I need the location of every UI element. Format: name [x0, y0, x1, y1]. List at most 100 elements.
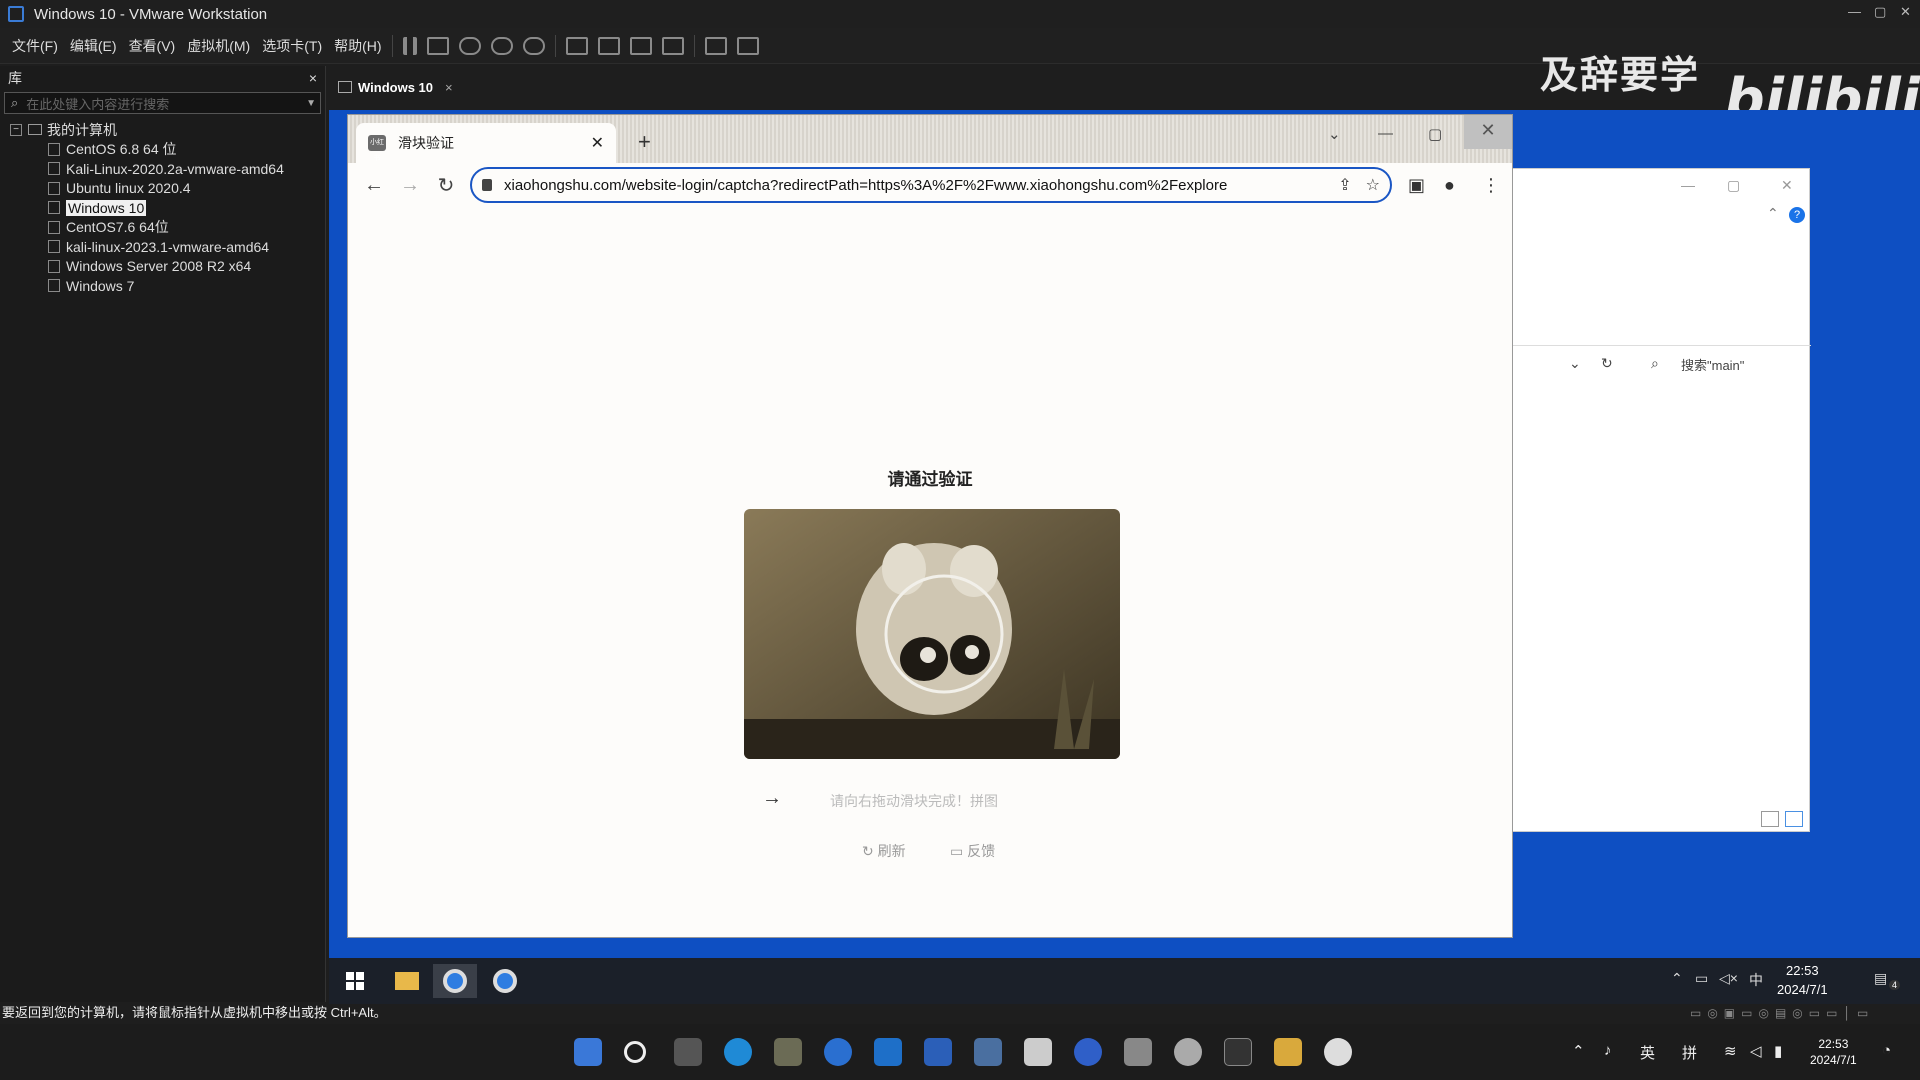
chevron-down-icon[interactable]: ▼	[306, 98, 316, 109]
feedback-button[interactable]: ▭ 反馈	[950, 841, 995, 861]
vm-tab[interactable]: Windows 10 ×	[330, 80, 461, 95]
vm-item[interactable]: CentOS7.6 64位	[48, 218, 325, 238]
address-bar[interactable]: xiaohongshu.com/website-login/captcha?re…	[470, 167, 1392, 203]
menu-view[interactable]: 查看(V)	[129, 36, 176, 56]
snapshot-icon[interactable]	[458, 36, 481, 55]
app-icon[interactable]	[1324, 1038, 1352, 1066]
search-icon[interactable]	[624, 1041, 646, 1063]
app-icon[interactable]	[774, 1038, 802, 1066]
app-icon[interactable]	[1024, 1038, 1052, 1066]
lock-icon[interactable]	[482, 179, 492, 191]
wechat-icon[interactable]	[1174, 1038, 1202, 1066]
menu-edit[interactable]: 编辑(E)	[70, 36, 117, 56]
maximize-icon[interactable]: ▢	[1727, 177, 1740, 194]
library-close-icon[interactable]: ×	[309, 70, 317, 86]
library-view-icon[interactable]	[565, 36, 588, 55]
close-button[interactable]: ✕	[1464, 115, 1512, 149]
start-icon[interactable]	[574, 1038, 602, 1066]
reload-icon[interactable]: ↻	[436, 173, 456, 198]
fullscreen-icon[interactable]	[629, 36, 652, 55]
app-icon[interactable]	[824, 1038, 852, 1066]
url-text[interactable]: xiaohongshu.com/website-login/captcha?re…	[504, 177, 1324, 194]
wifi-icon[interactable]: ≋	[1724, 1042, 1737, 1060]
chevron-up-icon[interactable]: ⌃	[1767, 205, 1779, 222]
chrome-taskbar-icon[interactable]	[433, 964, 477, 998]
menu-help[interactable]: 帮助(H)	[334, 36, 381, 56]
chrome-window[interactable]: 小红书 滑块验证 ✕ + ⌄ — ▢ ✕ ← → ↻ xiaohongshu.c…	[347, 114, 1513, 938]
unity-icon[interactable]	[661, 36, 684, 55]
back-arrow-icon[interactable]: ←	[364, 174, 384, 197]
chevron-up-icon[interactable]: ⌃	[1671, 970, 1683, 987]
library-search-input[interactable]: ⌕ 在此处键入内容进行搜索 ▼	[4, 92, 321, 114]
revert-snapshot-icon[interactable]	[490, 36, 513, 55]
forward-arrow-icon[interactable]: →	[400, 174, 420, 197]
guest-clock[interactable]: 22:53 2024/7/1	[1777, 961, 1828, 999]
profile-icon[interactable]: ●	[1444, 175, 1455, 196]
vm-item[interactable]: Ubuntu linux 2020.4	[48, 179, 325, 199]
vm-device-icons[interactable]: ▭◎▣▭◎▤◎▭▭│▭	[1690, 1006, 1874, 1020]
maximize-icon[interactable]: ▢	[1428, 125, 1442, 143]
slider-arrow-icon[interactable]: →	[762, 787, 782, 810]
task-view-icon[interactable]	[674, 1038, 702, 1066]
tree-root[interactable]: − 我的计算机	[10, 120, 325, 140]
app-icon[interactable]	[1074, 1038, 1102, 1066]
guest-ime-indicator[interactable]: 中	[1749, 970, 1763, 990]
refresh-icon[interactable]: ↻	[1601, 355, 1613, 372]
app-icon[interactable]	[1124, 1038, 1152, 1066]
large-icons-view-icon[interactable]	[1785, 811, 1803, 827]
refresh-button[interactable]: ↻ 刷新	[862, 841, 906, 861]
help-icon[interactable]: ?	[1789, 207, 1805, 223]
collapse-icon[interactable]: −	[10, 123, 22, 136]
host-ime-lang[interactable]: 英	[1640, 1042, 1655, 1063]
folder-icon[interactable]	[1274, 1038, 1302, 1066]
menu-tabs[interactable]: 选项卡(T)	[262, 36, 322, 56]
volume-muted-icon[interactable]: ◁×	[1719, 970, 1738, 987]
vm-tab-close-icon[interactable]: ×	[445, 80, 453, 95]
host-clock[interactable]: 22:53 2024/7/1	[1810, 1036, 1857, 1068]
pause-icon[interactable]	[402, 36, 417, 55]
host-ime-mode[interactable]: 拼	[1682, 1042, 1697, 1063]
word-icon[interactable]	[924, 1038, 952, 1066]
file-explorer-taskbar-icon[interactable]	[385, 964, 429, 998]
minimize-icon[interactable]: —	[1848, 4, 1861, 19]
vm-item[interactable]: Kali-Linux-2020.2a-vmware-amd64	[48, 159, 325, 179]
battery-icon[interactable]: ▮	[1774, 1042, 1782, 1060]
vm-item[interactable]: Windows 7	[48, 276, 325, 296]
side-panel-icon[interactable]: ▣	[1408, 175, 1425, 196]
vm-item[interactable]: Windows Server 2008 R2 x64	[48, 257, 325, 277]
tab-close-icon[interactable]: ✕	[591, 133, 604, 153]
vm-item[interactable]: CentOS 6.8 64 位	[48, 140, 325, 160]
browser-tab[interactable]: 小红书 滑块验证 ✕	[356, 123, 616, 163]
minimize-icon[interactable]: —	[1378, 125, 1393, 142]
chevron-down-icon[interactable]: ⌄	[1569, 355, 1581, 372]
network-icon[interactable]: ▭	[1695, 970, 1708, 987]
thumbnail-view-icon[interactable]	[597, 36, 620, 55]
vm-item-selected[interactable]: Windows 10	[48, 198, 325, 218]
send-keys-icon[interactable]	[426, 36, 449, 55]
explorer-search-input[interactable]: 搜索"main"	[1681, 355, 1744, 374]
more-icon[interactable]: ⋮	[1482, 175, 1500, 196]
start-button[interactable]	[333, 964, 377, 998]
vmware-icon[interactable]	[974, 1038, 1002, 1066]
microphone-icon[interactable]: ♪	[1604, 1042, 1612, 1059]
close-icon[interactable]: ✕	[1781, 177, 1793, 194]
close-icon[interactable]: ✕	[1900, 4, 1911, 20]
edge-icon[interactable]	[724, 1038, 752, 1066]
menu-file[interactable]: 文件(F)	[12, 36, 58, 56]
vscode-icon[interactable]	[874, 1038, 902, 1066]
details-view-icon[interactable]	[1761, 811, 1779, 827]
chrome-taskbar-icon-2[interactable]	[483, 964, 527, 998]
stretch-icon[interactable]	[736, 36, 759, 55]
terminal-icon[interactable]	[1224, 1038, 1252, 1066]
menu-vm[interactable]: 虚拟机(M)	[187, 36, 250, 56]
notification-icon[interactable]: ▤	[1874, 970, 1887, 987]
minimize-icon[interactable]: —	[1681, 177, 1695, 193]
console-icon[interactable]	[704, 36, 727, 55]
vm-item[interactable]: kali-linux-2023.1-vmware-amd64	[48, 237, 325, 257]
chevron-up-icon[interactable]: ⌃	[1572, 1042, 1585, 1060]
tab-search-icon[interactable]: ⌄	[1328, 125, 1341, 143]
snapshot-manager-icon[interactable]	[522, 36, 545, 55]
new-tab-button[interactable]: +	[638, 129, 651, 155]
maximize-icon[interactable]: ▢	[1874, 4, 1886, 20]
star-icon[interactable]: ☆	[1366, 175, 1380, 195]
